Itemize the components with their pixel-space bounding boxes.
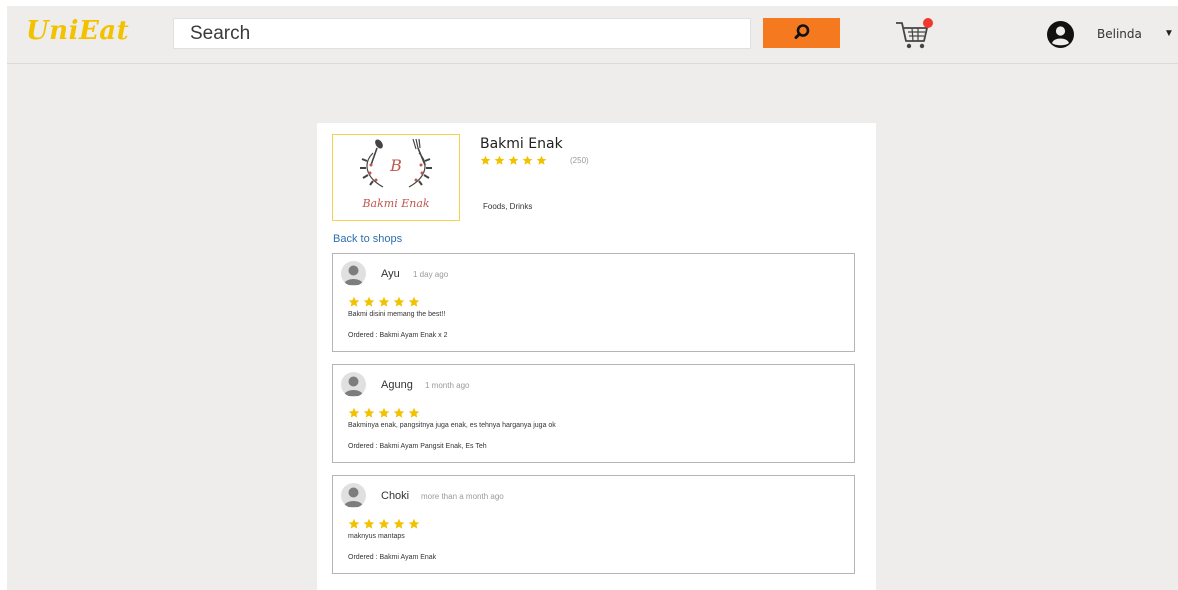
page-background: UniEat Search Belinda ▼ B Bakmi Enak Bak… [7, 6, 1178, 590]
reviewer-name: Choki [381, 490, 410, 502]
shop-logo-emblem: B [360, 138, 432, 188]
star-icon [363, 407, 375, 418]
person-icon [343, 265, 364, 285]
star-icon [348, 296, 360, 307]
top-navigation-bar: UniEat Search Belinda ▼ [7, 6, 1178, 64]
review-ordered-items: Ordered : Bakmi Ayam Enak [348, 554, 437, 561]
user-avatar-icon[interactable] [1047, 21, 1074, 48]
star-icon [522, 155, 533, 165]
star-icon [494, 155, 505, 165]
review-time: 1 day ago [413, 270, 449, 279]
star-icon [378, 518, 390, 529]
star-icon [408, 518, 420, 529]
reviewer-avatar [341, 483, 366, 508]
shop-logo: B Bakmi Enak [332, 134, 460, 221]
review-text: Bakminya enak, pangsitnya juga enak, es … [348, 422, 556, 429]
star-icon [348, 407, 360, 418]
person-icon [343, 487, 364, 507]
shop-rating-stars [480, 155, 547, 166]
review-time: more than a month ago [421, 492, 504, 501]
user-name[interactable]: Belinda [1097, 27, 1142, 41]
star-icon [536, 155, 547, 165]
reviewer-name: Agung [381, 379, 413, 391]
person-icon [343, 376, 364, 396]
star-icon [393, 296, 405, 307]
star-icon [363, 518, 375, 529]
reviewer-name: Ayu [381, 268, 400, 280]
reviewer-avatar [341, 372, 366, 397]
review-ordered-items: Ordered : Bakmi Ayam Enak x 2 [348, 332, 448, 339]
review-time: 1 month ago [425, 381, 470, 390]
star-icon [378, 296, 390, 307]
shop-name: Bakmi Enak [480, 136, 563, 152]
review-count: (250) [570, 156, 589, 165]
back-to-shops-link[interactable]: Back to shops [333, 233, 402, 245]
search-input[interactable] [173, 18, 751, 49]
star-icon [480, 155, 491, 165]
star-icon [408, 296, 420, 307]
star-icon [348, 518, 360, 529]
review-text: Bakmi disini memang the best!! [348, 311, 446, 318]
shop-review-card: B Bakmi Enak Bakmi Enak (250) Foods, Dri… [317, 123, 876, 590]
star-icon [378, 407, 390, 418]
caret-down-icon[interactable]: ▼ [1164, 28, 1174, 39]
cart-notification-badge [923, 18, 933, 28]
star-icon [363, 296, 375, 307]
shop-logo-letter: B [389, 156, 402, 175]
shop-categories: Foods, Drinks [483, 202, 533, 211]
star-icon [393, 518, 405, 529]
search-icon [793, 23, 811, 44]
review-rating-stars [348, 518, 420, 530]
review-card: Ayu 1 day ago Bakmi disini memang the be… [332, 253, 855, 352]
review-card: Choki more than a month ago maknyus mant… [332, 475, 855, 574]
shop-logo-text: Bakmi Enak [362, 197, 430, 210]
star-icon [393, 407, 405, 418]
search-button[interactable] [763, 18, 840, 48]
review-rating-stars [348, 296, 420, 308]
review-card: Agung 1 month ago Bakminya enak, pangsit… [332, 364, 855, 463]
review-rating-stars [348, 407, 420, 419]
star-icon [408, 407, 420, 418]
star-icon [508, 155, 519, 165]
review-ordered-items: Ordered : Bakmi Ayam Pangsit Enak, Es Te… [348, 443, 487, 450]
uniEat-logo[interactable]: UniEat [26, 16, 129, 46]
review-text: maknyus mantaps [348, 533, 405, 540]
reviewer-avatar [341, 261, 366, 286]
